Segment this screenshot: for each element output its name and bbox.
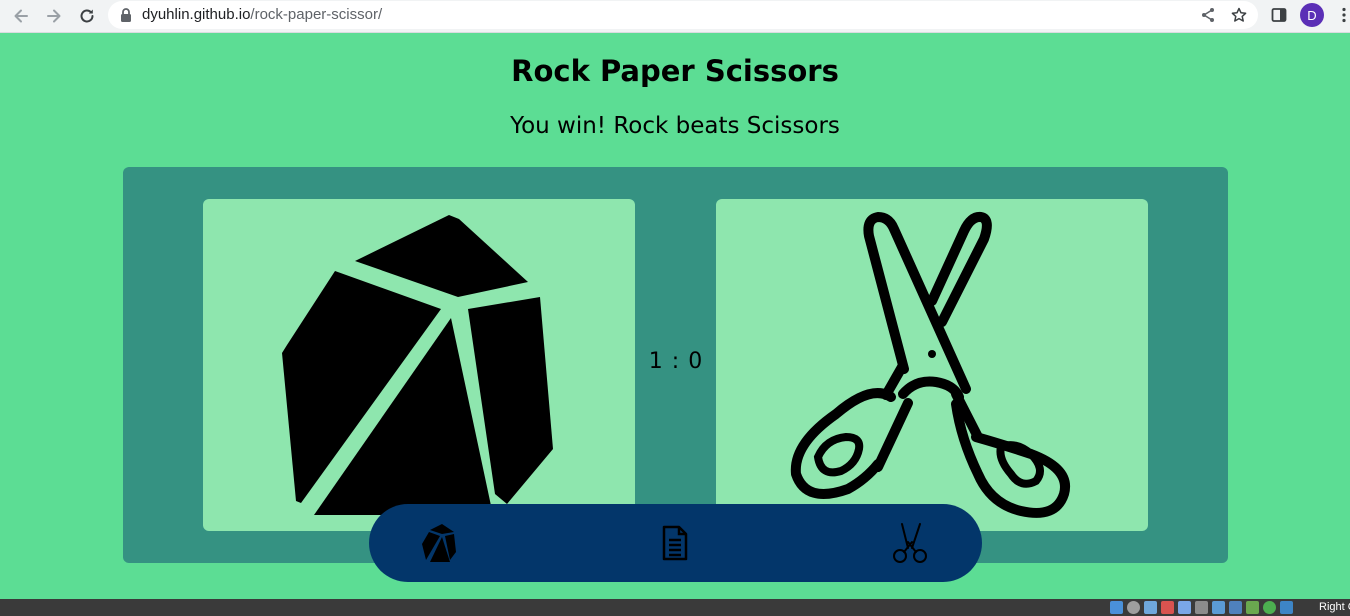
forward-arrow-icon [47,9,61,23]
computer-choice-card [716,199,1148,531]
page-title: Rock Paper Scissors [511,54,839,88]
tray-icon[interactable] [1110,601,1123,614]
tray-icon[interactable] [1161,601,1174,614]
menu-button[interactable] [1332,3,1350,27]
back-button[interactable] [8,3,34,29]
tray-icon[interactable] [1195,601,1208,614]
scissors-icon [893,523,927,563]
tray-icon[interactable] [1263,601,1276,614]
avatar[interactable]: D [1300,3,1324,27]
paper-document-icon [662,525,688,561]
system-tray [1110,600,1293,615]
scissors-icon [790,211,1071,518]
tray-icon[interactable] [1144,601,1157,614]
taskbar: Right C [0,599,1350,616]
browser-toolbar: dyuhlin.github.io/rock-paper-scissor/ D [0,0,1350,33]
side-panel-button[interactable] [1267,3,1291,27]
tray-icon[interactable] [1246,601,1259,614]
player-choice-card [203,199,635,531]
tray-icon[interactable] [1280,601,1293,614]
tray-icon[interactable] [1229,601,1242,614]
pick-paper-button[interactable] [652,520,698,566]
url-host: dyuhlin.github.io [142,6,251,23]
result-message: You win! Rock beats Scissors [510,113,840,139]
reload-icon [80,9,94,23]
star-icon[interactable] [1229,5,1249,25]
tray-label: Right C [1319,601,1350,613]
pick-scissors-button[interactable] [887,520,933,566]
url-text[interactable]: dyuhlin.github.io/rock-paper-scissor/ [142,6,382,23]
share-icon[interactable] [1198,5,1218,25]
reload-button[interactable] [74,3,100,29]
pick-rock-button[interactable] [417,520,463,566]
forward-button[interactable] [41,3,67,29]
address-bar[interactable]: dyuhlin.github.io/rock-paper-scissor/ [108,1,1258,29]
more-vert-icon [1342,7,1346,23]
rock-icon [422,524,456,562]
choice-picker [369,504,982,582]
side-panel-icon [1271,8,1287,22]
url-path: /rock-paper-scissor/ [250,6,383,23]
back-arrow-icon [14,9,28,23]
tray-icon[interactable] [1127,601,1140,614]
tray-icon[interactable] [1178,601,1191,614]
score-display: 1 : 0 [648,349,704,374]
rock-icon [282,215,553,515]
tray-icon[interactable] [1212,601,1225,614]
lock-icon[interactable] [116,5,136,25]
